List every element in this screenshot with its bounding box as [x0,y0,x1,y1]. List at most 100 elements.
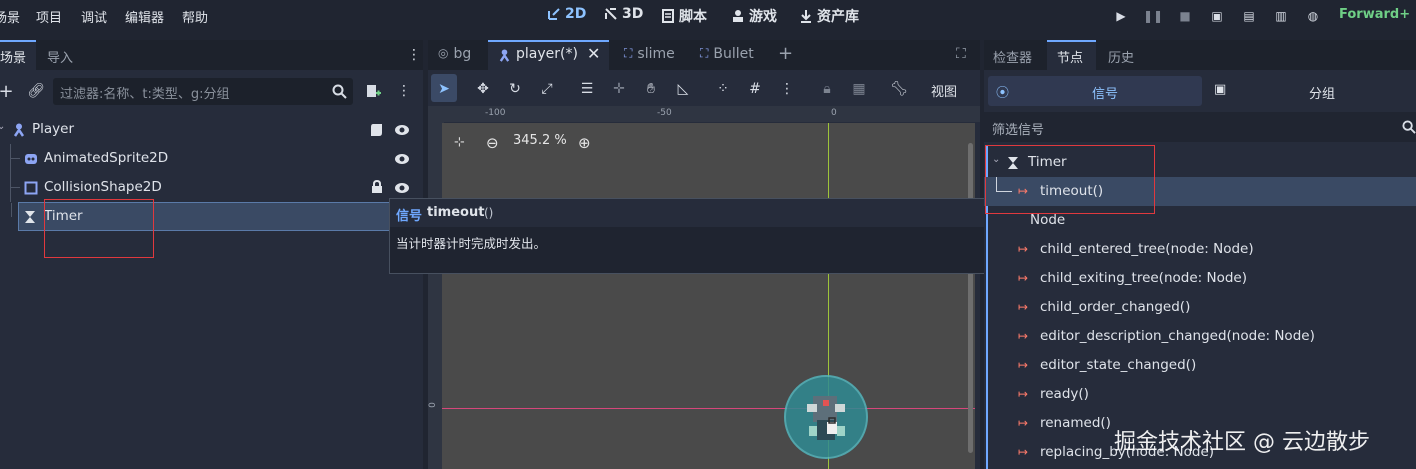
workspace-game[interactable]: 游戏 [731,6,777,26]
search-icon [1402,120,1416,134]
zoom-out-icon[interactable]: ⊖ [486,134,499,152]
watermark: 掘金技术社区 @ 云边散步 [1114,430,1370,455]
canvas-viewport[interactable]: ⊹ ⊖ 345.2 % ⊕ [442,123,975,469]
pause-icon[interactable]: ❚❚ [1143,9,1163,23]
tab-scene[interactable]: 场景 [0,40,36,70]
remote-debug-icon[interactable]: ▣ [1209,9,1225,23]
link-icon[interactable]: 🔗︎ [27,82,45,100]
grid-snap-icon[interactable]: # [746,80,764,98]
signal-item[interactable]: ↦ child_exiting_tree(node: Node) [984,264,1416,293]
signal-icon: ↦ [1018,271,1029,285]
viewport-scrollbar[interactable] [968,143,973,453]
tab-slime[interactable]: ⛶ slime [624,40,675,70]
signal-filter-placeholder: 筛选信号 [992,123,1045,138]
menu-project[interactable]: 项目 [36,7,62,26]
zoom-in-icon[interactable]: ⊕ [578,134,591,152]
more-vertical-icon[interactable]: ⋮ [395,82,413,100]
subtab-groups[interactable]: ▣ 分组 [1206,76,1412,106]
menu-help[interactable]: 帮助 [182,7,208,26]
eye-icon[interactable] [394,153,410,165]
workspace-game-label: 游戏 [749,9,777,25]
menu-scene[interactable]: 场景 [0,7,20,26]
signal-label: ready() [1040,386,1089,402]
workspace-3d-label: 3D [622,6,644,22]
signal-class-label: Node [1030,212,1066,228]
character-body-icon [499,49,510,62]
workspace-assetlib[interactable]: 资产库 [799,6,859,26]
play-scene-icon[interactable]: ▤ [1241,9,1257,23]
workspace-2d[interactable]: 2D [547,6,586,22]
workspace-script[interactable]: 脚本 [661,6,707,26]
signal-item[interactable]: ↦ child_entered_tree(node: Node) [984,235,1416,264]
movie-maker-icon[interactable]: ◍ [1305,9,1321,23]
signal-item[interactable]: ↦ ready() [984,380,1416,409]
more-vertical-icon[interactable]: ⋮ [405,46,423,64]
tree-node-player[interactable]: ⌄ Player [0,115,423,144]
tree-node-animatedsprite2d[interactable]: AnimatedSprite2D [0,144,423,173]
scene-dock: 场景 导入 ⋮ + 🔗︎ 过滤器:名称、t:类型、g:分组 ⋮ ⌄ Player… [0,40,423,469]
lock-icon[interactable] [371,180,383,194]
tab-bullet[interactable]: ⛶ Bullet [700,40,754,70]
selectable-list-icon[interactable]: ☰ [578,80,596,98]
select-icon[interactable]: ➤ [435,80,453,98]
smart-snap-icon[interactable]: ⁘ [714,80,732,98]
signal-icon: ↦ [1018,358,1029,372]
pivot-icon[interactable]: ✛ [610,80,628,98]
scene-icon: ◎ [438,46,449,60]
script-icon[interactable] [370,123,383,137]
more-vertical-icon[interactable]: ⋮ [778,80,796,98]
eye-icon[interactable] [394,182,410,194]
signal-icon: ↦ [1018,387,1029,401]
signal-item[interactable]: ↦ editor_state_changed() [984,351,1416,380]
signal-icon: ↦ [1018,445,1029,459]
tab-import[interactable]: 导入 [47,40,73,70]
close-icon[interactable]: ✕ [587,46,600,62]
play-custom-icon[interactable]: ▥ [1273,9,1289,23]
subtab-label: 信号 [1092,87,1119,102]
add-tab-icon[interactable]: + [778,40,793,70]
tree-node-collisionshape2d[interactable]: CollisionShape2D [0,173,423,202]
eye-icon[interactable] [394,124,410,136]
tab-inspector[interactable]: 检查器 [993,40,1032,70]
rotate-icon[interactable]: ↻ [506,80,524,98]
tab-node[interactable]: 节点 [1047,40,1096,70]
menu-debug[interactable]: 调试 [81,7,107,26]
node2d-icon: ⛶ [624,46,633,60]
2d-icon [548,8,560,20]
move-icon[interactable]: ✥ [474,80,492,98]
signal-item[interactable]: ↦ child_order_changed() [984,293,1416,322]
tooltip-signal-params: () [484,206,494,220]
player-sprite[interactable] [783,374,869,460]
3d-icon [605,8,617,20]
ruler-tick-label: 0 [427,402,438,408]
scale-icon[interactable]: ⤢ [538,80,556,98]
view-menu-button[interactable]: 视图 [931,81,957,100]
signal-label: editor_state_changed() [1040,357,1197,373]
attach-script-icon[interactable] [364,82,382,100]
menu-editor[interactable]: 编辑器 [125,7,164,26]
tab-history[interactable]: 历史 [1108,40,1134,70]
stop-icon[interactable]: ■ [1177,9,1193,23]
signal-filter-input[interactable]: 筛选信号 [984,112,1416,142]
tab-player[interactable]: player(*) ✕ [488,40,609,70]
chevron-down-icon[interactable]: ⌄ [0,121,5,132]
pan-icon[interactable]: ✋︎ [642,80,660,98]
renderer-selector[interactable]: Forward+ [1339,7,1410,22]
lock-icon[interactable]: 🔒︎ [818,80,836,98]
zoom-level[interactable]: 345.2 % [513,133,567,148]
node2d-icon: ⛶ [700,46,709,60]
workspace-3d[interactable]: 3D [604,6,643,22]
add-node-icon[interactable]: + [0,81,15,102]
signal-icon: ↦ [1018,242,1029,256]
group-icon[interactable]: ▦ [850,80,868,98]
bone-icon[interactable]: 🦴︎ [890,80,908,98]
play-icon[interactable]: ▶ [1113,9,1129,23]
center-view-icon[interactable]: ⊹ [454,135,465,150]
fullscreen-icon[interactable]: ⛶ [956,40,966,70]
tab-bg[interactable]: ◎ bg [438,40,471,70]
signal-item[interactable]: ↦ editor_description_changed(node: Node) [984,322,1416,351]
tooltip-signal-name: timeout [427,205,485,220]
subtab-signals[interactable]: ⦿ 信号 [988,76,1202,106]
ruler-icon[interactable]: ◺ [674,80,692,98]
scene-filter-input[interactable]: 过滤器:名称、t:类型、g:分组 [53,78,353,105]
